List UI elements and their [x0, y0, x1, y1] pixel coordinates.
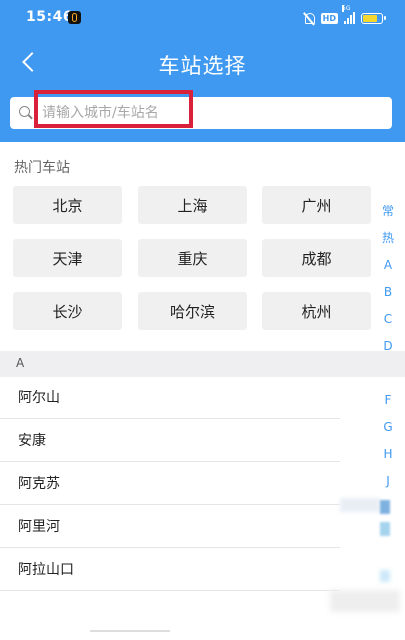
station-row[interactable]: 阿拉山口: [0, 549, 340, 591]
hd-badge: HD: [320, 12, 338, 24]
city-button[interactable]: 上海: [138, 186, 247, 224]
station-name: 阿尔山: [18, 390, 60, 406]
index-item[interactable]: J: [376, 468, 400, 495]
index-item[interactable]: 常: [376, 198, 400, 225]
city-button[interactable]: 北京: [13, 186, 122, 224]
status-bar: 15:46 HD 5G: [0, 0, 405, 36]
city-button[interactable]: 哈尔滨: [138, 292, 247, 330]
search-input[interactable]: [42, 97, 372, 129]
station-row[interactable]: 安康: [0, 420, 340, 462]
app-header: 车站选择: [0, 36, 405, 90]
signal-icon: 5G: [342, 5, 355, 24]
station-row[interactable]: 阿里河: [0, 506, 340, 548]
divider: [90, 630, 170, 632]
status-icons: HD 5G: [303, 5, 386, 26]
blur-artifact: [380, 570, 390, 582]
city-button[interactable]: 重庆: [138, 239, 247, 277]
network-label: 5G: [342, 5, 351, 12]
blur-artifact: [340, 498, 380, 512]
index-item[interactable]: G: [376, 414, 400, 441]
city-button[interactable]: 天津: [13, 239, 122, 277]
page-title: 车站选择: [158, 54, 247, 78]
city-button[interactable]: 成都: [262, 239, 371, 277]
blur-artifact: [380, 500, 390, 514]
station-name: 阿拉山口: [18, 562, 74, 578]
hot-stations-title: 热门车站: [14, 160, 70, 176]
city-button[interactable]: 杭州: [262, 292, 371, 330]
alphabet-index: 常 热 A B C D E F G H J: [376, 198, 400, 495]
station-name: 阿克苏: [18, 476, 60, 492]
section-letter: A: [16, 356, 25, 370]
app-notification-icon: [68, 11, 81, 24]
status-time: 15:46: [26, 9, 74, 25]
index-item[interactable]: H: [376, 441, 400, 468]
index-item[interactable]: C: [376, 306, 400, 333]
blur-artifact: [330, 590, 400, 612]
search-box[interactable]: [10, 97, 392, 129]
search-area: [0, 90, 405, 142]
index-item[interactable]: 热: [376, 225, 400, 252]
section-header: A: [0, 351, 405, 377]
index-item[interactable]: B: [376, 279, 400, 306]
index-item[interactable]: F: [376, 387, 400, 414]
battery-level: [363, 14, 377, 22]
station-name: 阿里河: [18, 519, 60, 535]
blur-artifact: [380, 522, 390, 536]
station-row[interactable]: 阿尔山: [0, 377, 340, 419]
bell-off-icon: [303, 12, 315, 25]
station-name: 安康: [18, 433, 46, 449]
battery-icon: [361, 12, 386, 24]
search-icon: [19, 106, 33, 120]
index-item[interactable]: A: [376, 252, 400, 279]
city-button[interactable]: 长沙: [13, 292, 122, 330]
city-button[interactable]: 广州: [262, 186, 371, 224]
station-row[interactable]: 阿克苏: [0, 463, 340, 505]
